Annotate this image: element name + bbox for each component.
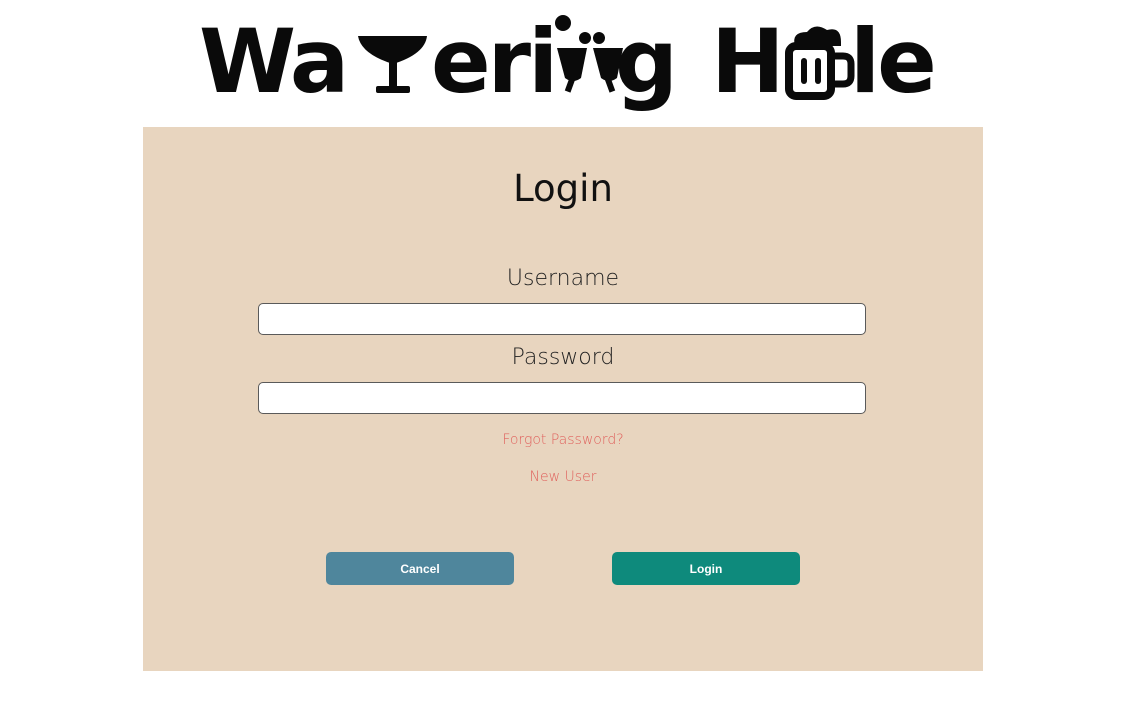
beer-mug-icon [785,26,855,100]
new-user-row: New User [143,467,983,487]
forgot-password-row: Forgot Password? [143,430,983,450]
svg-text:eri: eri [431,10,555,113]
forgot-password-link[interactable]: Forgot Password? [502,432,623,448]
password-label: Password [511,345,615,370]
svg-text:g: g [615,10,678,113]
login-button[interactable]: Login [612,552,800,585]
svg-text:le: le [850,10,934,113]
svg-text:H: H [711,10,785,113]
username-input[interactable] [258,303,866,335]
clinking-glasses-icon [555,15,623,93]
cancel-button[interactable]: Cancel [326,552,514,585]
cocktail-glass-icon [358,36,427,93]
username-label: Username [506,266,620,291]
login-panel: Login Username Password Forgot Password?… [143,127,983,671]
login-title: Login [513,167,613,210]
watering-hole-logo: Wa eri g H le [195,8,935,120]
password-input[interactable] [258,382,866,414]
new-user-link[interactable]: New User [530,469,597,485]
svg-text:Wa: Wa [199,10,346,113]
